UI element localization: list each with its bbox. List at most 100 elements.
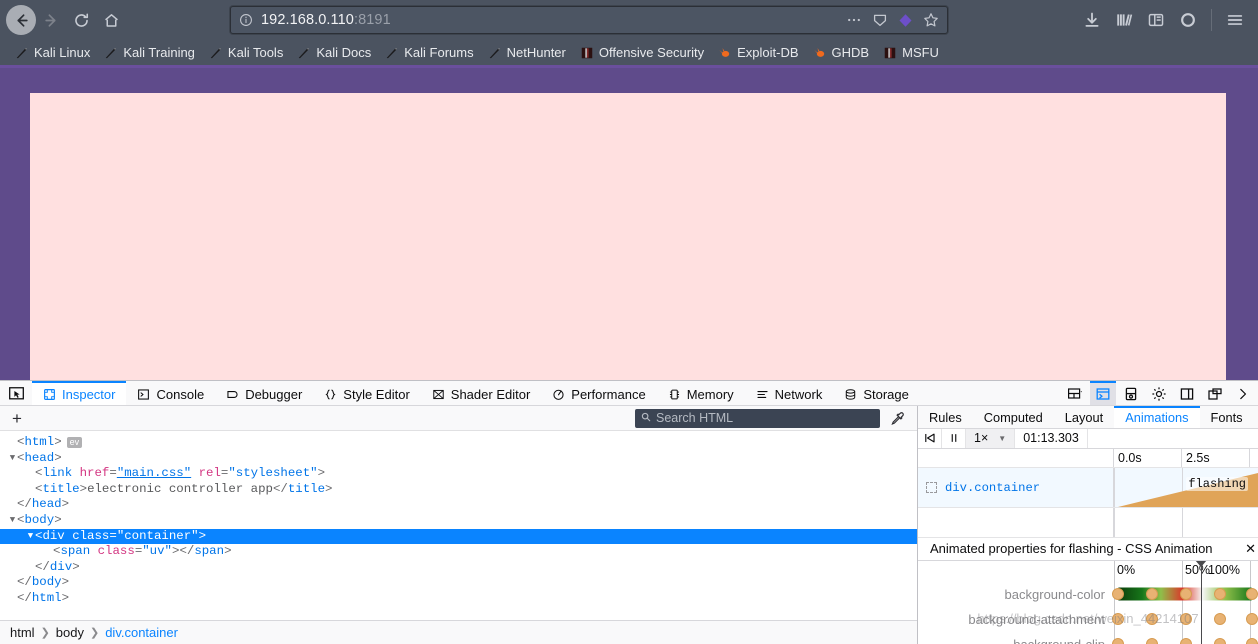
keyframe-marker[interactable] (1246, 638, 1258, 644)
add-node-button[interactable]: + (6, 410, 28, 427)
bookmark-kali-linux[interactable]: Kali Linux (8, 43, 97, 62)
animation-target-label[interactable]: div.container (918, 468, 1114, 508)
markup-node[interactable]: < html > ev (0, 435, 917, 451)
tab-network[interactable]: Network (745, 381, 834, 405)
keyframe-marker[interactable] (1112, 613, 1124, 626)
playback-rate-selector[interactable]: 1× ▼ (966, 428, 1016, 448)
animation-row[interactable]: div.container flashing (918, 468, 1258, 509)
gear-icon[interactable] (1146, 381, 1172, 405)
page-container-element[interactable] (30, 93, 1226, 380)
breadcrumb-item-body[interactable]: body (56, 625, 84, 640)
markup-node[interactable]: </body > (0, 575, 917, 591)
star-icon[interactable] (923, 12, 939, 28)
element-picker-icon[interactable] (0, 381, 32, 405)
url-bar[interactable]: 192.168.0.110:8191 (230, 6, 948, 34)
tab-debugger[interactable]: Debugger (215, 381, 313, 405)
responsive-layout-icon[interactable] (1062, 381, 1088, 405)
tab-inspector[interactable]: Inspector (32, 381, 127, 405)
tab-animations[interactable]: Animations (1114, 406, 1200, 428)
breadcrumb-item-html[interactable]: html (10, 625, 35, 640)
event-badge[interactable]: ev (66, 437, 83, 449)
info-circle-icon[interactable] (239, 13, 253, 27)
pause-icon[interactable] (942, 428, 966, 448)
dock-separate-window-icon[interactable] (1202, 381, 1228, 405)
forward-button[interactable] (36, 5, 66, 35)
keyframe-marker[interactable] (1180, 638, 1192, 644)
bookmark-kali-training[interactable]: Kali Training (97, 43, 202, 62)
bookmark-exploit-db[interactable]: Exploit-DB (711, 43, 805, 62)
tab-performance[interactable]: Performance (541, 381, 656, 405)
markup-node[interactable]: </html > (0, 591, 917, 607)
bookmark-kali-docs[interactable]: Kali Docs (290, 43, 378, 62)
sidebar-icon[interactable] (1147, 11, 1165, 29)
search-input[interactable]: Search HTML (635, 408, 880, 428)
reader-mode-icon[interactable] (872, 12, 888, 28)
rewind-icon[interactable] (918, 428, 942, 448)
keyframe-marker[interactable] (1246, 613, 1258, 626)
keyframe-marker[interactable] (1112, 588, 1124, 601)
dock-side-icon[interactable] (1174, 381, 1200, 405)
timeline-scrubber-line[interactable] (1201, 560, 1202, 644)
bookmark-nethunter[interactable]: NetHunter (481, 43, 573, 62)
markup-tree[interactable]: < html > ev ▼ < head > < link href = "main.css" rel… (0, 431, 917, 620)
offsec-icon (883, 46, 897, 60)
markup-node[interactable]: </head > (0, 497, 917, 513)
tab-memory[interactable]: Memory (657, 381, 745, 405)
chevron-right-icon[interactable] (1230, 381, 1256, 405)
keyframe-marker[interactable] (1214, 638, 1226, 644)
markup-node[interactable]: ▼ < body > (0, 513, 917, 529)
expand-twisty-icon[interactable]: ▼ (8, 451, 17, 467)
markup-node[interactable]: ▼ < head > (0, 451, 917, 467)
tab-storage[interactable]: Storage (833, 381, 920, 405)
animation-track[interactable]: flashing (1114, 468, 1258, 508)
keyframe-marker[interactable] (1146, 588, 1158, 601)
expand-twisty-icon[interactable]: ▼ (26, 529, 35, 545)
markup-node[interactable]: < title > electronic controller app </title > (0, 482, 917, 498)
property-track[interactable] (1112, 582, 1258, 607)
property-track[interactable] (1112, 607, 1258, 632)
keyframe-marker[interactable] (1214, 588, 1226, 601)
keyframe-marker[interactable] (1180, 588, 1192, 601)
bookmark-offensive-security[interactable]: Offensive Security (573, 43, 711, 62)
tab-console[interactable]: Console (126, 381, 215, 405)
tab-rules[interactable]: Rules (918, 406, 973, 428)
eyedropper-icon[interactable] (890, 411, 905, 426)
keyframe-marker[interactable] (1146, 638, 1158, 644)
tab-computed[interactable]: Computed (973, 406, 1054, 428)
tab-layout[interactable]: Layout (1054, 406, 1114, 428)
split-console-icon[interactable] (1090, 381, 1116, 405)
markup-node[interactable]: < link href = "main.css" rel = "stylesheet" > (0, 466, 917, 482)
pocket-icon[interactable] (898, 13, 913, 28)
back-button[interactable] (6, 5, 36, 35)
downloads-icon[interactable] (1083, 11, 1101, 29)
bookmark-kali-forums[interactable]: Kali Forums (378, 43, 480, 62)
animation-target-icon[interactable] (926, 482, 937, 494)
expand-twisty-icon[interactable]: ▼ (8, 513, 17, 529)
tab-shader-editor[interactable]: Shader Editor (421, 381, 542, 405)
property-track[interactable] (1112, 632, 1258, 644)
library-icon[interactable] (1115, 11, 1133, 29)
markup-node[interactable]: ▼ < div class = "container" > (0, 528, 917, 545)
url-text[interactable]: 192.168.0.110:8191 (261, 12, 836, 28)
camera-panel-icon[interactable] (1118, 381, 1144, 405)
bookmark-ghdb[interactable]: GHDB (806, 43, 877, 62)
keyframe-marker[interactable] (1180, 613, 1192, 626)
reload-button[interactable] (66, 5, 96, 35)
ellipsis-icon[interactable] (846, 12, 862, 28)
keyframe-marker[interactable] (1146, 613, 1158, 626)
markup-node[interactable]: < span class = "uv" > </span > (0, 544, 917, 560)
tab-fonts[interactable]: Fonts (1200, 406, 1254, 428)
keyframe-marker[interactable] (1214, 613, 1226, 626)
close-icon[interactable]: ✕ (1245, 541, 1256, 557)
home-button[interactable] (96, 5, 126, 35)
markup-node[interactable]: </div > (0, 560, 917, 576)
menu-icon[interactable] (1226, 11, 1244, 29)
keyframe-marker[interactable] (1112, 638, 1124, 644)
tab-style-editor[interactable]: Style Editor (313, 381, 420, 405)
bookmark-kali-tools[interactable]: Kali Tools (202, 43, 290, 62)
account-icon[interactable] (1179, 11, 1197, 29)
timeline-empty-track (1114, 508, 1258, 537)
bookmark-msfu[interactable]: MSFU (876, 43, 946, 62)
keyframe-marker[interactable] (1246, 588, 1258, 601)
breadcrumb-item-div-container[interactable]: div.container (105, 625, 178, 640)
